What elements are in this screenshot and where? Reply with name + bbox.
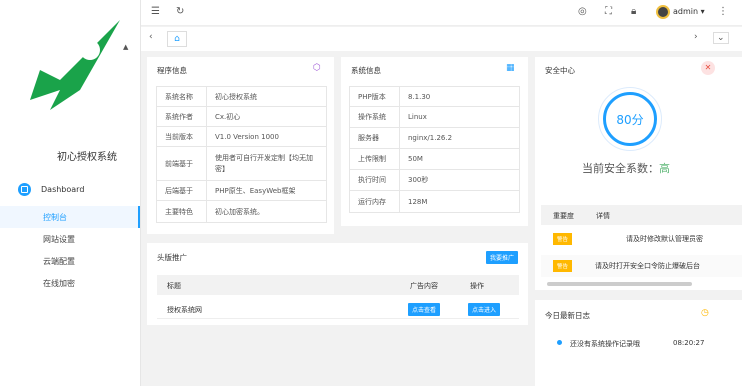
sidebar-item-site-settings[interactable]: 网站设置 [0,228,140,250]
sidebar-item-label: 控制台 [43,212,67,222]
table-row: 警告 请及时修改默认管理员密 [541,228,742,250]
tab-prev-icon[interactable]: ‹ [149,32,153,42]
table-row: 服务器 nginx/1.26.2 [349,127,520,149]
app-title: 初心授权系统 [57,151,117,163]
program-info-card: 程序信息 ⬡ 系统名称 初心授权系统 系统作者 Cx.初心 当前版本 V1.0 Ver… [147,57,334,234]
card-title: 头版推广 [157,253,187,262]
more-icon[interactable]: ⋮ [718,6,728,17]
security-table-header: 重要度 详情 [541,205,742,225]
username: admin [673,7,699,16]
lock-icon[interactable]: 🔒︎ [631,6,636,17]
table-row: 操作系统 Linux [349,106,520,128]
table-row: 前端基于 使用者可自行开发定制【均无加密】 [156,146,327,181]
system-table: PHP版本 8.1.30 操作系统 Linux 服务器 nginx/1.26.2 上传… [349,86,520,213]
log-entry: 还没有系统操作记录哦 [570,340,640,348]
table-row: 后端基于 PHP原生、EasyWeb框架 [156,180,327,201]
avatar[interactable] [656,5,670,19]
windows-icon: ▦ [506,63,515,73]
table-row: 系统作者 Cx.初心 [156,106,327,127]
tab-dropdown-icon[interactable]: ⌄ [713,32,729,44]
home-icon: ⌂ [174,34,180,44]
sidebar-group-label: Dashboard [41,184,85,194]
sidebar-group-dashboard[interactable]: Dashboard ▲ [0,43,140,200]
table-row: 执行时间 300秒 [349,169,520,191]
promo-card: 头版推广 我要推广 标题 广告内容 操作 授权系统网 点击查看 点击进入 [147,243,528,325]
security-score: 80分 [603,92,657,146]
promo-table-header: 标题 广告内容 操作 [157,275,519,295]
log-time: 08:20:27 [673,339,705,347]
warning-badge: 警告 [553,233,573,245]
card-title: 程序信息 [157,66,187,75]
table-row: 当前版本 V1.0 Version 1000 [156,126,327,147]
tab-next-icon[interactable]: › [694,32,698,42]
user-menu[interactable]: admin ▾ [673,7,705,16]
top-header: ☰ ↻ ◎ ⛶ 🔒︎ admin ▾ ⋮ [141,0,742,26]
menu-toggle-icon[interactable]: ☰ [151,6,160,17]
sidebar-item-label: 网站设置 [43,234,75,244]
cube-icon: ⬡ [313,63,321,73]
refresh-icon[interactable]: ↻ [176,6,184,17]
table-row: 警告 请及时打开安全口令防止爆破后台 [541,255,742,277]
warning-badge: 警告 [553,260,573,272]
table-row: PHP版本 8.1.30 [349,86,520,107]
card-title: 今日最新日志 [545,311,590,320]
table-row: 系统名称 初心授权系统 [156,86,327,107]
security-level: 当前安全系数：高 [582,162,670,175]
dashboard-icon [18,182,31,196]
app-logo[interactable]: 初心授权系统 [0,142,140,168]
table-row: 授权系统网 点击查看 点击进入 [157,299,519,319]
sidebar: 初心授权系统 Dashboard ▲ 控制台 网站设置 云端配置 在线加密 [0,0,141,386]
system-info-card: 系统信息 ▦ PHP版本 8.1.30 操作系统 Linux 服务器 nginx/1.… [341,57,528,226]
table-row: 主要特色 初心加密系统。 [156,200,327,223]
sidebar-item-cloud-config[interactable]: 云端配置 [0,250,140,272]
card-title: 系统信息 [351,66,381,75]
tabs-bar: ‹ ⌂ › ⌄ [141,27,742,51]
view-button[interactable]: 点击查看 [408,303,441,316]
tab-home[interactable]: ⌂ [167,31,187,47]
table-row: 上传限制 50M [349,148,520,170]
program-table: 系统名称 初心授权系统 系统作者 Cx.初心 当前版本 V1.0 Version 10… [156,86,327,223]
card-title: 安全中心 [545,66,575,75]
close-icon[interactable]: ✕ [701,61,715,75]
promote-button[interactable]: 我要推广 [486,251,519,264]
sidebar-item-label: 云端配置 [43,256,75,266]
sidebar-item-label: 在线加密 [43,278,75,288]
sidebar-item-console[interactable]: 控制台 [0,206,140,228]
enter-button[interactable]: 点击进入 [468,303,501,316]
caret-up-icon: ▲ [123,43,129,51]
horizontal-scrollbar[interactable] [547,282,692,286]
clock-icon: ◷ [701,308,709,318]
log-card: 今日最新日志 ◷ 还没有系统操作记录哦 08:20:27 [535,300,742,386]
chevron-down-icon: ▾ [700,7,705,16]
fullscreen-icon[interactable]: ⛶ [605,6,612,17]
sidebar-item-online-encrypt[interactable]: 在线加密 [0,272,140,294]
theme-icon[interactable]: ◎ [578,6,587,17]
timeline-dot [557,340,562,345]
rocket-logo-icon [30,20,120,110]
table-row: 运行内存 128M [349,190,520,213]
